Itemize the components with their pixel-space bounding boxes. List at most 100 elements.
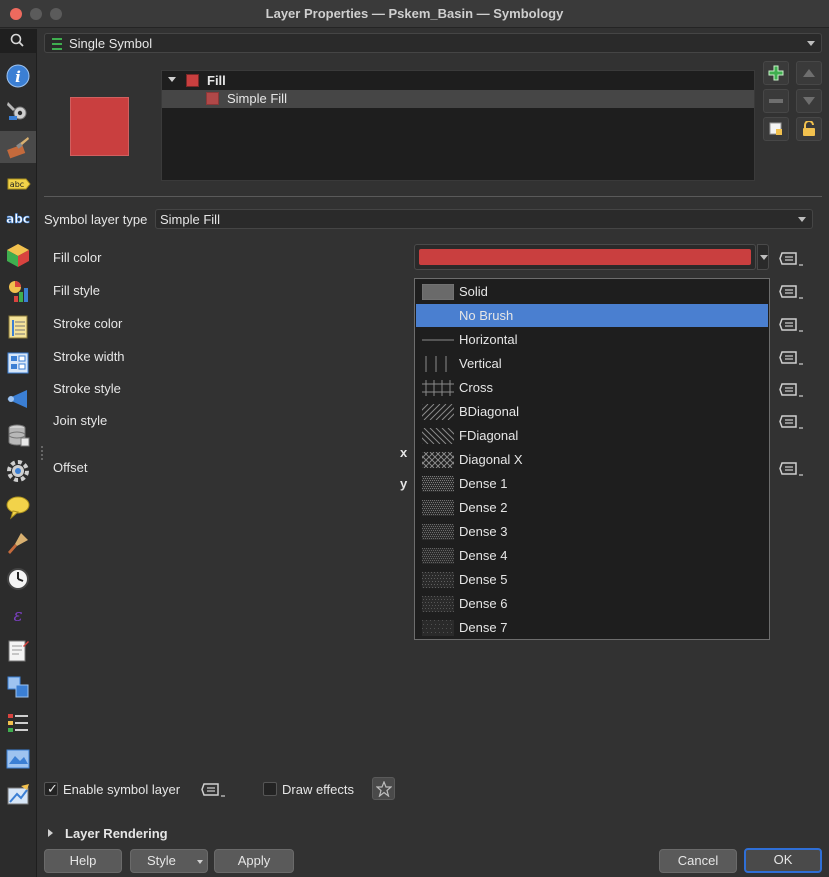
apply-button[interactable]: Apply [214, 849, 294, 873]
sidebar-item-temporal[interactable] [5, 566, 31, 592]
fill-style-option[interactable]: FDiagonal [416, 424, 768, 447]
sidebar-item-actions[interactable] [5, 458, 31, 484]
sidebar-item-fields[interactable] [5, 314, 31, 340]
sidebar-item-3d-view[interactable] [5, 242, 31, 268]
stroke-color-data-defined-button[interactable] [779, 314, 805, 334]
fill-style-popup-list[interactable]: Solid No Brush Horizontal Vertical Cross BDia… [414, 278, 770, 640]
brush-icon [8, 533, 28, 554]
fill-style-option[interactable]: Dense 1 [416, 472, 768, 495]
sidebar-item-attributes-form[interactable] [5, 350, 31, 376]
fill-pattern-swatch [422, 596, 454, 612]
add-symbol-layer-button[interactable] [763, 61, 789, 85]
remove-symbol-layer-button[interactable] [763, 89, 789, 113]
stroke-style-data-defined-button[interactable] [779, 379, 805, 399]
lock-icon [803, 121, 815, 136]
tree-fill-label: Fill [207, 73, 226, 88]
data-defined-icon [779, 462, 803, 476]
fill-style-option[interactable]: No Brush [416, 304, 768, 327]
cancel-button[interactable]: Cancel [659, 849, 737, 873]
plus-icon [768, 65, 784, 81]
draw-effects-checkbox[interactable] [263, 782, 277, 796]
fill-style-option[interactable]: BDiagonal [416, 400, 768, 423]
data-defined-icon [779, 318, 803, 332]
fill-pattern-swatch [422, 524, 454, 540]
sidebar-item-legend[interactable] [5, 710, 31, 736]
fill-color-menu-button[interactable] [757, 244, 769, 270]
symbol-layer-type-dropdown[interactable]: Simple Fill [155, 209, 813, 229]
fill-style-option[interactable]: Dense 6 [416, 592, 768, 615]
renderer-dropdown[interactable]: Single Symbol [44, 33, 822, 53]
symbol-preview [70, 97, 129, 156]
fill-style-option-label: Dense 5 [459, 572, 508, 587]
data-defined-icon [201, 783, 225, 797]
cube-icon [7, 244, 29, 267]
single-symbol-icon [52, 38, 62, 50]
move-down-button[interactable] [796, 89, 822, 113]
chevron-down-icon [807, 41, 815, 46]
stroke-width-label: Stroke width [53, 349, 125, 364]
form-icon [7, 352, 29, 374]
sidebar-item-qgis-server[interactable] [5, 746, 31, 772]
stroke-width-data-defined-button[interactable] [779, 347, 805, 367]
data-defined-icon [779, 415, 803, 429]
sidebar-item-rendering[interactable] [5, 530, 31, 556]
fill-style-option-label: BDiagonal [459, 404, 519, 419]
fill-style-data-defined-button[interactable] [779, 281, 805, 301]
fill-style-option[interactable]: Dense 3 [416, 520, 768, 543]
sidebar-item-masks[interactable]: abc [5, 206, 31, 232]
clock-icon [7, 568, 29, 590]
stroke-style-label: Stroke style [53, 381, 121, 396]
help-button[interactable]: Help [44, 849, 122, 873]
symbol-layer-type-value: Simple Fill [160, 212, 220, 227]
fill-style-label: Fill style [53, 283, 100, 298]
sidebar-item-display[interactable] [5, 494, 31, 520]
fill-style-option[interactable]: Cross [416, 376, 768, 399]
enable-layer-data-defined-button[interactable] [200, 780, 228, 798]
sidebar-item-source[interactable] [5, 98, 31, 124]
sidebar-item-labels[interactable]: abc [5, 171, 31, 197]
fill-style-option[interactable]: Horizontal [416, 328, 768, 351]
sidebar-item-information[interactable]: i [5, 63, 31, 89]
expand-arrow-icon[interactable] [168, 77, 176, 82]
minus-icon [769, 99, 783, 103]
sidebar-item-diagrams[interactable] [5, 278, 31, 304]
sidebar-search[interactable] [0, 29, 36, 53]
fill-color-button[interactable] [414, 244, 756, 270]
sidebar-item-variables[interactable]: ε [5, 602, 31, 628]
layer-rendering-label[interactable]: Layer Rendering [65, 826, 168, 841]
sidebar-item-joins[interactable] [5, 386, 31, 412]
fill-pattern-swatch [425, 356, 447, 372]
sidebar-item-metadata[interactable] [5, 638, 31, 664]
move-up-button[interactable] [796, 61, 822, 85]
fill-style-option[interactable]: Diagonal X [416, 448, 768, 471]
duplicate-symbol-layer-button[interactable] [763, 117, 789, 141]
enable-symbol-layer-checkbox[interactable]: ✓ [44, 781, 58, 796]
sidebar-item-symbology[interactable] [0, 131, 36, 163]
fill-pattern-swatch [422, 452, 454, 468]
fill-pattern-swatch [422, 428, 454, 444]
lock-layer-button[interactable] [796, 117, 822, 141]
ok-button[interactable]: OK [744, 848, 822, 873]
sidebar-item-digitizing[interactable] [5, 782, 31, 808]
fill-color-data-defined-button[interactable] [779, 248, 805, 268]
fill-style-option[interactable]: Dense 2 [416, 496, 768, 519]
effects-settings-button[interactable] [372, 777, 395, 800]
tree-row-fill[interactable]: Fill [162, 72, 754, 90]
sidebar-item-auxiliary-storage[interactable] [5, 422, 31, 448]
enable-symbol-layer-label: Enable symbol layer [63, 782, 181, 797]
fill-style-option[interactable]: Solid [416, 280, 768, 303]
fill-style-option[interactable]: Dense 4 [416, 544, 768, 567]
fill-style-option[interactable]: Dense 7 [416, 616, 768, 639]
expand-arrow-icon[interactable] [48, 829, 53, 837]
fill-style-option[interactable]: Vertical [416, 352, 768, 375]
join-style-data-defined-button[interactable] [779, 411, 805, 431]
sidebar-item-dependencies[interactable] [5, 674, 31, 700]
search-icon [10, 33, 24, 47]
offset-data-defined-button[interactable] [779, 458, 805, 478]
abc-text-icon: abc [6, 212, 30, 227]
fill-pattern-swatch [422, 572, 454, 588]
fill-style-option[interactable]: Dense 5 [416, 568, 768, 591]
style-button[interactable]: Style [130, 849, 208, 873]
tree-row-simple-fill[interactable]: Simple Fill [162, 90, 754, 108]
label-abc-icon: abc [7, 178, 31, 190]
